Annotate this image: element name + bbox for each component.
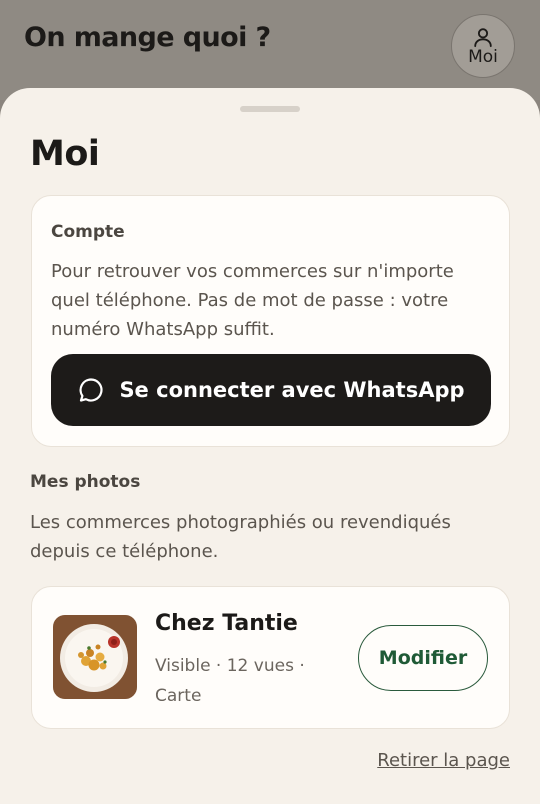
shop-card: Chez Tantie Visible · 12 vues · Carte Mo… [31, 586, 510, 729]
profile-button-label: Moi [468, 47, 498, 67]
chat-bubble-icon [79, 378, 103, 402]
whatsapp-connect-label: Se connecter avec WhatsApp [119, 378, 465, 402]
app-title: On mange quoi ? [24, 22, 271, 53]
account-label: Compte [51, 222, 125, 242]
account-card: Compte Pour retrouver vos commerces sur … [31, 195, 510, 447]
user-icon [474, 28, 492, 48]
shop-photo [53, 615, 137, 699]
remove-page-link[interactable]: Retirer la page [377, 750, 510, 771]
photos-label: Mes photos [30, 472, 141, 492]
edit-button[interactable]: Modifier [358, 625, 488, 691]
photos-description: Les commerces photographiés ou revendiqu… [30, 512, 451, 562]
profile-button[interactable]: Moi [451, 14, 515, 78]
sheet-drag-handle[interactable] [240, 106, 300, 112]
account-description: Pour retrouver vos commerces sur n'impor… [51, 261, 454, 340]
whatsapp-connect-button[interactable]: Se connecter avec WhatsApp [51, 354, 491, 426]
top-bar: On mange quoi ? Moi [0, 0, 540, 100]
bottom-sheet: Moi Compte Pour retrouver vos commerces … [0, 88, 540, 804]
shop-meta: Visible · 12 vues · Carte [155, 656, 305, 706]
sheet-title: Moi [30, 134, 100, 174]
shop-name[interactable]: Chez Tantie [155, 611, 298, 636]
